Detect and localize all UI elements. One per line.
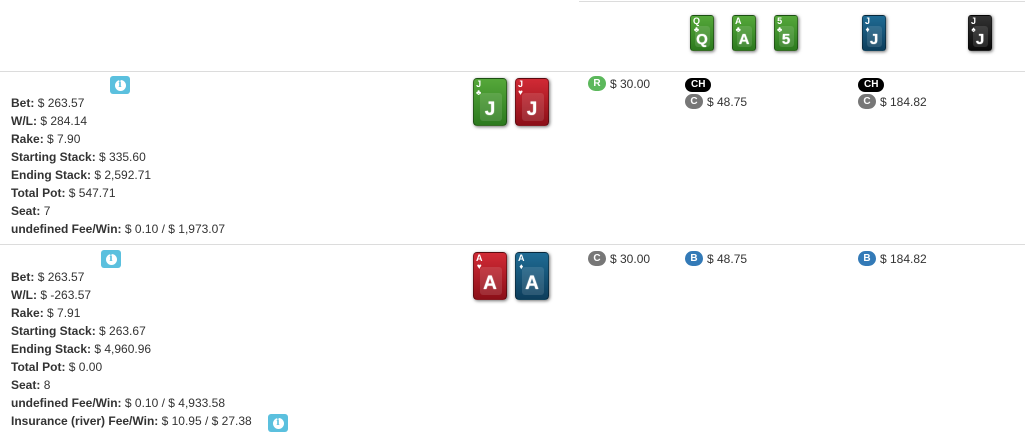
player-2-flop-action: B $ 48.75 — [685, 251, 747, 266]
bet-line: Bet: $ 263.57 — [11, 270, 85, 284]
ending-stack-line: Ending Stack: $ 4,960.96 — [11, 342, 152, 356]
board-flop-card-3: 5 ♣ 5 — [774, 15, 798, 51]
player-2-turn-action: B $ 184.82 — [858, 251, 927, 266]
bet-line: Bet: $ 263.57 — [11, 96, 85, 110]
player-2-preflop-action: C $ 30.00 — [588, 251, 650, 266]
starting-stack-line: Starting Stack: $ 335.60 — [11, 150, 146, 164]
row-divider-top — [0, 71, 1025, 72]
player-1-preflop-action: R $ 30.00 — [588, 76, 650, 91]
starting-stack-line: Starting Stack: $ 263.67 — [11, 324, 146, 338]
player-1-flop-action: C $ 48.75 — [685, 94, 747, 109]
player-1-hole-card-1: J ♣ J — [473, 78, 507, 126]
row-divider-middle — [0, 244, 1025, 245]
insurance-fee-win-line: Insurance (river) Fee/Win: $ 10.95 / $ 2… — [11, 414, 252, 428]
player-1-stats: Bet: $ 263.57 W/L: $ 284.14 Rake: $ 7.90… — [11, 94, 225, 238]
call-badge: C — [858, 94, 876, 109]
player-2-hole-card-2: A ♦ A — [515, 252, 549, 300]
player-2-stats: Bet: $ 263.57 W/L: $ -263.57 Rake: $ 7.9… — [11, 268, 252, 430]
raise-badge: R — [588, 76, 606, 91]
info-icon[interactable]: i — [268, 414, 288, 432]
board-flop-card-1: Q ♣ Q — [690, 15, 714, 51]
fee-win-line: undefined Fee/Win: $ 0.10 / $ 4,933.58 — [11, 396, 225, 410]
bet-badge: B — [685, 251, 703, 266]
player-1-hole-card-2: J ♥ J — [515, 78, 549, 126]
board-river-card: J ♠ J — [968, 15, 992, 51]
header-divider — [579, 1, 1025, 2]
ending-stack-line: Ending Stack: $ 2,592.71 — [11, 168, 152, 182]
wl-line: W/L: $ 284.14 — [11, 114, 88, 128]
player-1-turn-action: C $ 184.82 — [858, 94, 927, 109]
board-flop-card-2: A ♣ A — [732, 15, 756, 51]
check-badge: CH — [858, 78, 885, 92]
call-badge: C — [588, 251, 606, 266]
call-badge: C — [685, 94, 703, 109]
info-icon[interactable]: i — [110, 76, 130, 94]
board-turn-card: J ♦ J — [862, 15, 886, 51]
seat-line: Seat: 7 — [11, 204, 51, 218]
total-pot-line: Total Pot: $ 547.71 — [11, 186, 116, 200]
rake-line: Rake: $ 7.90 — [11, 132, 81, 146]
check-badge: CH — [685, 78, 712, 92]
seat-line: Seat: 8 — [11, 378, 51, 392]
info-icon[interactable]: i — [101, 250, 121, 268]
player-2-hole-card-1: A ♥ A — [473, 252, 507, 300]
bet-badge: B — [858, 251, 876, 266]
rake-line: Rake: $ 7.91 — [11, 306, 81, 320]
fee-win-line: undefined Fee/Win: $ 0.10 / $ 1,973.07 — [11, 222, 225, 236]
wl-line: W/L: $ -263.57 — [11, 288, 92, 302]
total-pot-line: Total Pot: $ 0.00 — [11, 360, 103, 374]
